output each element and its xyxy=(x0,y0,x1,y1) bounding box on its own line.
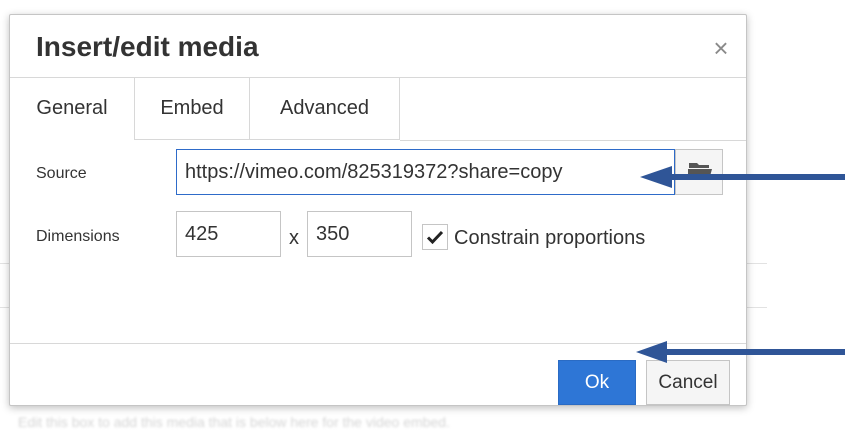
background-divider-top-right xyxy=(747,263,767,264)
dialog-title: Insert/edit media xyxy=(36,31,259,62)
footer-divider xyxy=(10,343,746,344)
dimensions-label: Dimensions xyxy=(36,228,120,245)
constrain-proportions-label[interactable]: Constrain proportions xyxy=(454,227,645,250)
background-divider-mid-right xyxy=(747,307,767,308)
source-input[interactable]: https://vimeo.com/825319372?share=copy xyxy=(176,149,675,195)
height-input[interactable]: 350 xyxy=(307,211,412,257)
tab-general[interactable]: General xyxy=(10,77,135,140)
checkmark-icon xyxy=(426,230,444,245)
tab-bar-divider xyxy=(400,140,746,141)
background-divider-mid xyxy=(0,307,9,308)
source-label: Source xyxy=(36,165,87,182)
tab-embed[interactable]: Embed xyxy=(135,77,250,140)
width-input[interactable]: 425 xyxy=(176,211,281,257)
tab-bar: General Embed Advanced xyxy=(10,77,746,141)
ok-button[interactable]: Ok xyxy=(558,360,636,405)
folder-icon xyxy=(688,163,712,180)
constrain-proportions-checkbox[interactable] xyxy=(422,224,448,250)
cancel-button[interactable]: Cancel xyxy=(646,360,730,405)
dimensions-separator: x xyxy=(289,227,299,249)
header-divider xyxy=(10,77,746,78)
browse-button[interactable] xyxy=(675,149,723,195)
background-divider-top xyxy=(0,263,9,264)
insert-edit-media-dialog: Insert/edit media × General Embed Advanc… xyxy=(9,14,747,406)
tab-advanced[interactable]: Advanced xyxy=(250,77,400,140)
background-blurred-text: Edit this box to add this media that is … xyxy=(18,414,450,428)
close-icon[interactable]: × xyxy=(710,35,732,61)
